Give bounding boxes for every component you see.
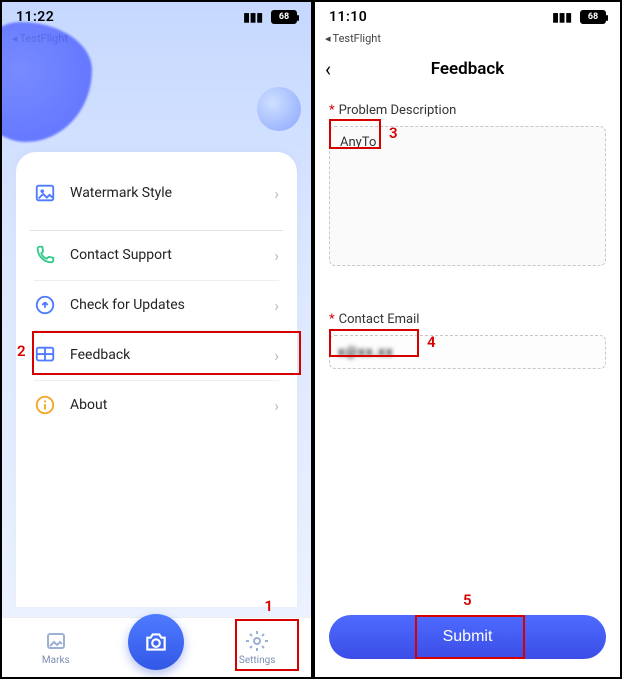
page-title: Feedback	[431, 59, 505, 79]
bottom-nav: Marks Settings	[2, 617, 311, 677]
chevron-right-icon: ›	[274, 346, 279, 365]
battery-icon: 68	[271, 10, 297, 24]
back-caret-icon: ◂	[325, 32, 331, 45]
signal-icon: ▮▮▮	[243, 10, 263, 24]
nav-camera[interactable]	[128, 614, 184, 670]
problem-description-input[interactable]: AnyTo	[329, 126, 606, 266]
update-icon	[34, 294, 56, 316]
feedback-icon	[34, 344, 56, 366]
row-label: About	[70, 397, 274, 413]
status-bar: 11:22 ▮▮▮ 68	[2, 2, 311, 32]
camera-icon	[143, 629, 169, 655]
row-contact-support[interactable]: Contact Support ›	[16, 230, 297, 280]
image-icon	[34, 182, 56, 204]
row-check-updates[interactable]: Check for Updates ›	[16, 280, 297, 330]
breadcrumb[interactable]: ◂ TestFlight	[315, 32, 620, 49]
status-icons: ▮▮▮ 68	[243, 10, 297, 24]
back-button[interactable]: ‹	[325, 57, 331, 81]
settings-screen: 11:22 ▮▮▮ 68 ◂ TestFlight Watermark Styl…	[2, 2, 311, 677]
contact-email-input[interactable]: x@xx.xx	[329, 335, 606, 369]
status-time: 11:22	[16, 9, 54, 25]
battery-icon: 68	[580, 10, 606, 24]
nav-settings[interactable]: Settings	[222, 629, 292, 666]
marks-icon	[44, 629, 68, 653]
row-label: Check for Updates	[70, 297, 274, 313]
chevron-right-icon: ›	[274, 296, 279, 315]
row-label: Contact Support	[70, 247, 274, 263]
nav-marks[interactable]: Marks	[21, 629, 91, 666]
nav-label: Settings	[239, 655, 276, 666]
chevron-right-icon: ›	[274, 396, 279, 415]
annotation-5: 5	[463, 591, 472, 609]
status-time: 11:10	[329, 9, 367, 25]
settings-card: Watermark Style › Contact Support › Chec…	[16, 152, 297, 607]
page-header: ‹ Feedback	[315, 49, 620, 89]
desc-label: *Problem Description	[329, 103, 606, 118]
row-watermark-style[interactable]: Watermark Style ›	[16, 168, 297, 218]
phone-icon	[34, 244, 56, 266]
feedback-form: *Problem Description AnyTo *Contact Emai…	[315, 89, 620, 375]
email-value: x@xx.xx	[338, 345, 394, 360]
submit-button[interactable]: Submit	[329, 615, 606, 659]
row-label: Watermark Style	[70, 185, 274, 201]
chevron-right-icon: ›	[274, 184, 279, 203]
breadcrumb[interactable]: ◂ TestFlight	[2, 32, 311, 49]
row-about[interactable]: About ›	[16, 380, 297, 430]
gear-icon	[245, 629, 269, 653]
status-icons: ▮▮▮ 68	[552, 10, 606, 24]
info-icon	[34, 394, 56, 416]
feedback-screen: 11:10 ▮▮▮ 68 ◂ TestFlight ‹ Feedback *Pr…	[311, 2, 620, 677]
desc-value: AnyTo	[340, 135, 376, 150]
status-bar: 11:10 ▮▮▮ 68	[315, 2, 620, 32]
nav-label: Marks	[42, 655, 70, 666]
signal-icon: ▮▮▮	[552, 10, 572, 24]
row-feedback[interactable]: Feedback ›	[16, 330, 297, 380]
back-caret-icon: ◂	[12, 32, 18, 45]
row-label: Feedback	[70, 347, 274, 363]
email-label: *Contact Email	[329, 312, 606, 327]
chevron-right-icon: ›	[274, 246, 279, 265]
